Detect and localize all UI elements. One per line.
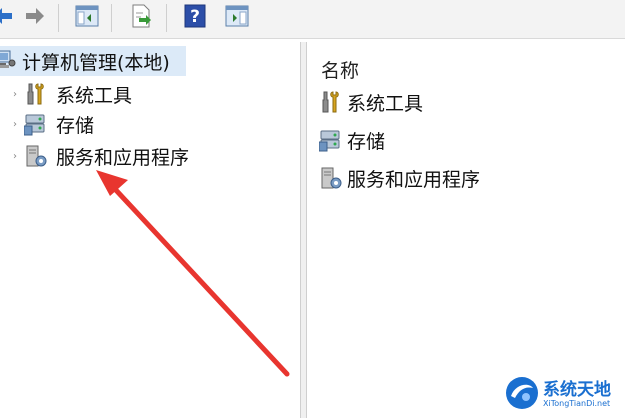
watermark: 系统天地 XiTongTianDi.net [505,374,623,416]
watermark-logo-icon [505,376,539,414]
watermark-title: 系统天地 [543,380,611,400]
watermark-subtitle: XiTongTianDi.net [543,399,611,408]
red-annotation-arrow [96,170,290,377]
